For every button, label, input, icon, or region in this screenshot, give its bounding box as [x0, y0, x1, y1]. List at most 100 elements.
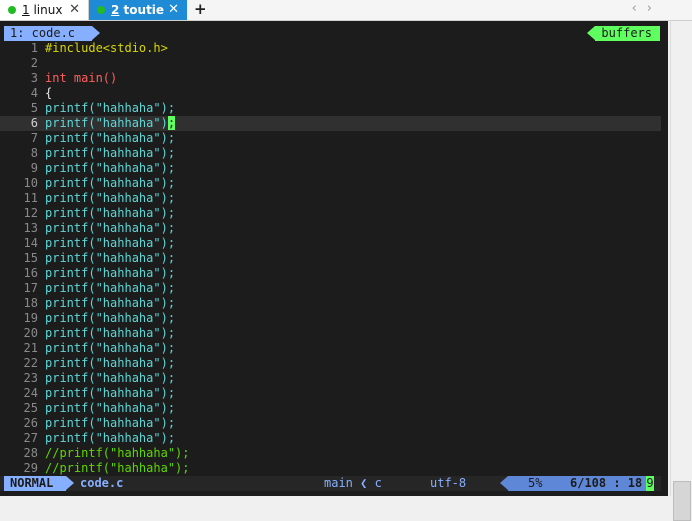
terminal[interactable]: 1: code.c buffers 1 #include<stdio.h> 2 3 in…: [0, 21, 668, 496]
code-line[interactable]: 13 printf("hahhaha");: [0, 221, 661, 236]
code-line[interactable]: 10 printf("hahhaha");: [0, 176, 661, 191]
code-line[interactable]: 14 printf("hahhaha");: [0, 236, 661, 251]
line-number: 20: [23, 326, 38, 340]
line-number: 2: [30, 56, 38, 70]
code-line[interactable]: 28 //printf("hahhaha");: [0, 446, 661, 461]
scrollbar[interactable]: [670, 21, 692, 521]
line-number: 14: [23, 236, 38, 250]
line-text: printf("hahhaha");: [45, 341, 176, 355]
chevron-left-icon[interactable]: ‹: [632, 1, 647, 16]
code-line[interactable]: 21 printf("hahhaha");: [0, 341, 661, 356]
line-number: 9: [30, 161, 38, 175]
line-text: printf("hahhaha");: [45, 146, 176, 160]
code-line[interactable]: 7 printf("hahhaha");: [0, 131, 661, 146]
code-line[interactable]: 22 printf("hahhaha");: [0, 356, 661, 371]
code-line[interactable]: 20 printf("hahhaha");: [0, 326, 661, 341]
code-line[interactable]: 11 printf("hahhaha");: [0, 191, 661, 206]
line-number: 7: [30, 131, 38, 145]
line-number: 1: [30, 41, 38, 55]
code-line[interactable]: 16 printf("hahhaha");: [0, 266, 661, 281]
code-line[interactable]: 4{: [0, 86, 661, 101]
line-text: //printf("hahhaha");: [45, 446, 190, 460]
chevron-right-icon[interactable]: ›: [647, 1, 662, 16]
tab-label: linux: [33, 3, 63, 17]
code-line[interactable]: 2: [0, 56, 661, 71]
line-number: 22: [23, 356, 38, 370]
code-line[interactable]: 24 printf("hahhaha");: [0, 386, 661, 401]
line-text: printf("hahhaha");: [45, 161, 176, 175]
tab-linux[interactable]: 1 linux ✕: [0, 0, 89, 20]
line-text: printf("hahhaha");: [45, 326, 176, 340]
status-filename: code.c: [80, 476, 124, 490]
close-icon[interactable]: ✕: [168, 2, 179, 17]
line-text: printf("hahhaha");: [45, 251, 176, 265]
line-text: printf("hahhaha");: [45, 176, 176, 190]
line-number: 13: [23, 221, 38, 235]
status-function: main ❮ c: [324, 476, 382, 490]
line-text: printf("hahhaha");: [45, 131, 176, 145]
line-text: printf("hahhaha");: [45, 191, 176, 205]
code-line[interactable]: 1 #include<stdio.h>: [0, 41, 661, 56]
code-line[interactable]: 23 printf("hahhaha");: [0, 371, 661, 386]
line-number: 21: [23, 341, 38, 355]
line-number: 26: [23, 416, 38, 430]
code-line[interactable]: 9 printf("hahhaha");: [0, 161, 661, 176]
line-text: printf("hahhaha");: [45, 371, 176, 385]
code-line[interactable]: 18 printf("hahhaha");: [0, 296, 661, 311]
line-text: printf("hahhaha");: [45, 206, 176, 220]
line-text: printf("hahhaha");: [45, 221, 176, 235]
line-number: 17: [23, 281, 38, 295]
code-line[interactable]: 15 printf("hahhaha");: [0, 251, 661, 266]
code-line[interactable]: 8 printf("hahhaha");: [0, 146, 661, 161]
line-number: 28: [23, 446, 38, 460]
tab-label: toutie: [123, 3, 165, 17]
line-number: 27: [23, 431, 38, 445]
line-number: 19: [23, 311, 38, 325]
code-line-current[interactable]: 6 printf("hahhaha");: [0, 116, 661, 131]
code-editor[interactable]: 1 #include<stdio.h> 2 3 int main() 4{5 printf(…: [0, 41, 661, 476]
buffers-label: buffers: [587, 26, 660, 41]
status-percent: 5%: [528, 476, 543, 490]
tab-bar: 1 linux ✕ 2 toutie ✕ + ‹›: [0, 0, 692, 21]
line-text: printf("hahhaha");: [45, 266, 176, 280]
code-line[interactable]: 17 printf("hahhaha");: [0, 281, 661, 296]
code-line[interactable]: 27 printf("hahhaha");: [0, 431, 661, 446]
code-line[interactable]: 25 printf("hahhaha");: [0, 401, 661, 416]
code-line[interactable]: 5 printf("hahhaha");: [0, 101, 661, 116]
scrollbar-thumb[interactable]: [673, 481, 691, 521]
status-position: 6/108 : 18: [570, 476, 643, 490]
code-line[interactable]: 3 int main(): [0, 71, 661, 86]
status-dot-icon: [97, 6, 105, 14]
new-tab-button[interactable]: +: [194, 0, 207, 18]
close-icon[interactable]: ✕: [69, 2, 80, 17]
line-text: printf("hahhaha");: [45, 356, 176, 370]
code-line[interactable]: 19 printf("hahhaha");: [0, 311, 661, 326]
line-number: 8: [30, 146, 38, 160]
code-line[interactable]: 29 //printf("hahhaha");: [0, 461, 661, 476]
line-number: 29: [23, 461, 38, 475]
status-col-tail: 9: [646, 476, 654, 491]
line-text: printf("hahhaha");: [45, 431, 176, 445]
line-text: #include<stdio.h>: [45, 41, 168, 55]
line-text: int main(): [45, 71, 118, 85]
line-number: 16: [23, 266, 38, 280]
buffer-tab[interactable]: 1: code.c: [4, 26, 100, 41]
line-text: {: [45, 86, 53, 100]
line-text: printf("hahhaha");: [45, 401, 176, 415]
tab-toutie[interactable]: 2 toutie ✕: [89, 0, 187, 20]
line-number: 25: [23, 401, 38, 415]
line-text: printf("hahhaha");: [45, 386, 176, 400]
code-line[interactable]: 26 printf("hahhaha");: [0, 416, 661, 431]
line-text: printf("hahhaha");: [45, 311, 176, 325]
tab-nav: ‹›: [632, 1, 662, 16]
line-number: 3: [30, 71, 38, 85]
line-text: //printf("hahhaha");: [45, 461, 190, 475]
line-number: 10: [23, 176, 38, 190]
code-line[interactable]: 12 printf("hahhaha");: [0, 206, 661, 221]
line-number: 4: [30, 86, 38, 100]
line-number: 12: [23, 206, 38, 220]
buffer-line: 1: code.c buffers: [0, 26, 668, 41]
line-text: printf("hahhaha"): [45, 116, 168, 130]
line-number: 23: [23, 371, 38, 385]
line-number: 18: [23, 296, 38, 310]
